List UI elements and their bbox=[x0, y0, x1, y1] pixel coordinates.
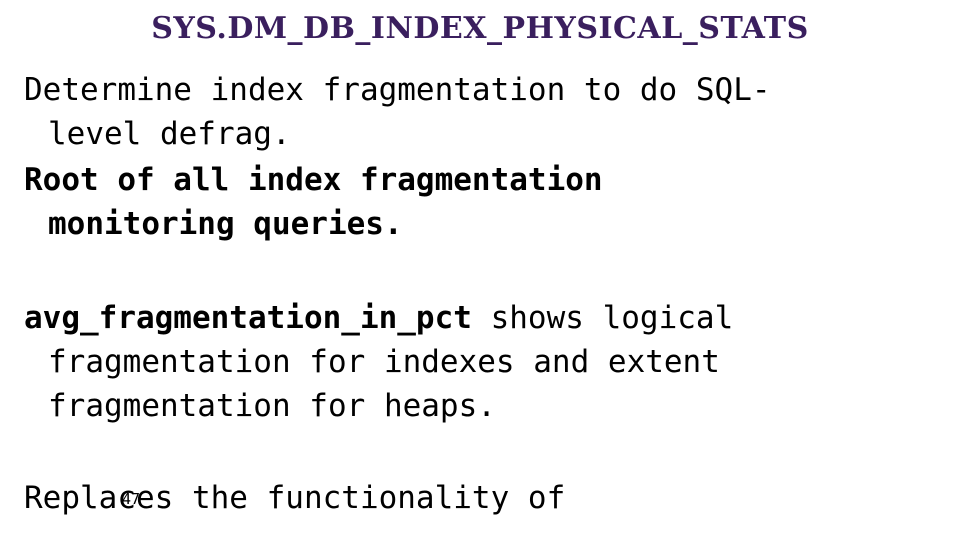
bullet-determine-index-fragmentation: Determine index fragmentation to do SQL-… bbox=[24, 68, 936, 156]
bullet-2-line-2: monitoring queries. bbox=[48, 206, 403, 242]
slide-body-content: Determine index fragmentation to do SQL-… bbox=[24, 68, 936, 520]
bullet-4-line-1: Replaces the functionality of bbox=[24, 480, 566, 516]
bullet-3-line-3: fragmentation for heaps. bbox=[48, 388, 496, 424]
slide-title: SYS.DM_DB_INDEX_PHYSICAL_STATS bbox=[151, 11, 809, 46]
bullet-replaces-functionality: Replaces the functionality of bbox=[24, 476, 936, 520]
slide-page-number: 47 bbox=[122, 490, 141, 508]
bullet-1-line-1: Determine index fragmentation to do SQL- bbox=[24, 72, 771, 108]
bullet-avg-fragmentation-in-pct: avg_fragmentation_in_pct shows logical fr… bbox=[24, 296, 936, 428]
code-token-avg-fragmentation-in-pct: avg_fragmentation_in_pct bbox=[24, 300, 472, 336]
presentation-slide: SYS.DM_DB_INDEX_PHYSICAL_STATS Determine… bbox=[0, 0, 960, 540]
bullet-1-line-2: level defrag. bbox=[48, 116, 291, 152]
bullet-2-line-1: Root of all index fragmentation bbox=[24, 162, 603, 198]
bullet-3-line-1-rest: shows logical bbox=[471, 300, 734, 336]
bullet-root-of-all-monitoring: Root of all index fragmentation monitorin… bbox=[24, 158, 936, 246]
bullet-3-line-2: fragmentation for indexes and extent bbox=[48, 344, 720, 380]
